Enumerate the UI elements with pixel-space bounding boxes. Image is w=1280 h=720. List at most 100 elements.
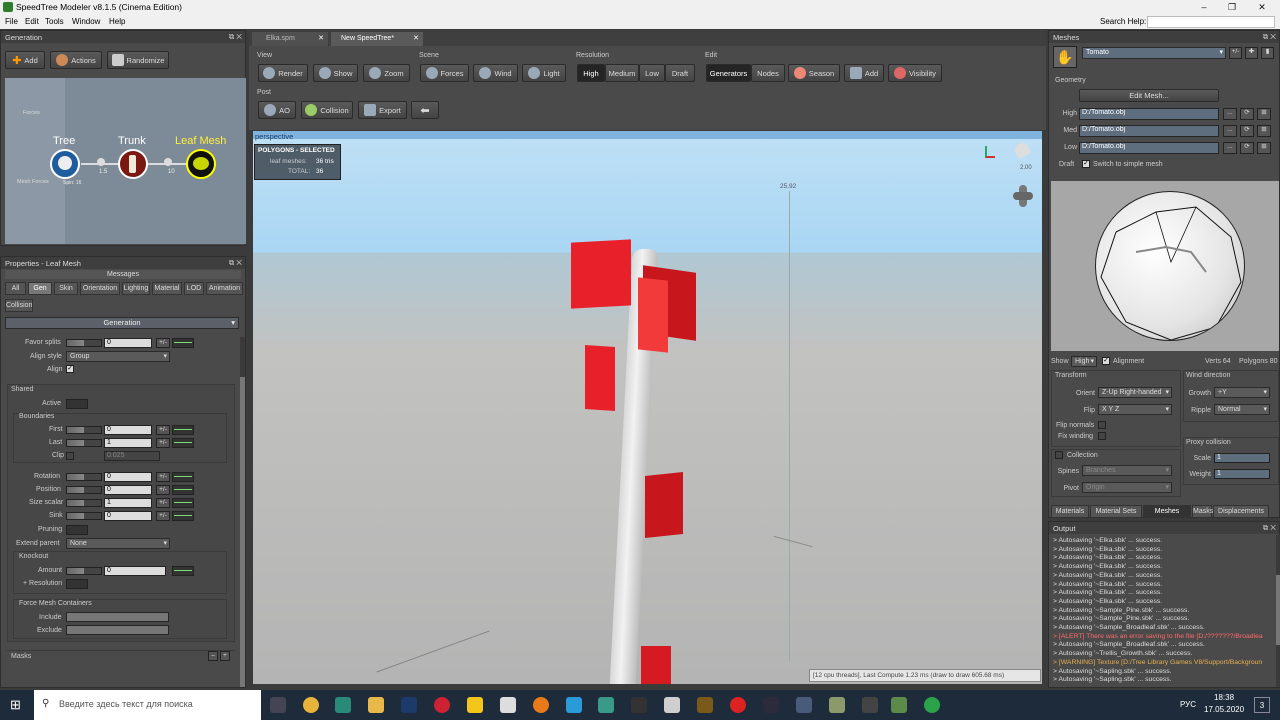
flip-select[interactable]: X Y Z <box>1098 404 1172 415</box>
favor-splits-curve[interactable] <box>172 338 194 348</box>
tab-new-speedtree[interactable]: New SpeedTree* ✕ <box>331 32 423 46</box>
app-icon-2[interactable] <box>335 697 351 713</box>
hand-icon[interactable]: ✋ <box>1053 46 1077 68</box>
scale-input[interactable]: 1 <box>1214 453 1270 463</box>
app-icon-19[interactable] <box>862 697 878 713</box>
app-icon-18[interactable] <box>829 697 845 713</box>
language-indicator[interactable]: РУС <box>1180 700 1196 709</box>
sink-input[interactable]: 0 <box>104 511 152 521</box>
render-button[interactable]: Render <box>258 64 308 82</box>
masks-collapse[interactable]: – <box>208 651 218 661</box>
med-lod-options-icon[interactable]: ⊞ <box>1257 125 1271 137</box>
output-log[interactable]: > Autosaving '~Elka.sbk' ... success. > A… <box>1049 535 1275 687</box>
med-lod-path[interactable]: D:/Tomato.obj <box>1079 125 1219 137</box>
generator-graph[interactable]: Forces Mesh Forces Tree Trunk Leaf Mesh … <box>5 78 246 244</box>
amount-slider[interactable] <box>66 567 102 575</box>
menu-file[interactable]: File <box>5 17 18 26</box>
search-help-input[interactable] <box>1147 16 1275 28</box>
edit-mesh-button[interactable]: Edit Mesh... <box>1079 89 1219 102</box>
high-lod-reload-icon[interactable]: ⟳ <box>1240 108 1254 120</box>
spines-select[interactable]: Branches <box>1082 465 1172 476</box>
randomize-button[interactable]: Randomize <box>107 51 169 69</box>
photoshop-icon[interactable] <box>401 697 417 713</box>
leaf-mesh-node[interactable] <box>186 149 216 179</box>
fix-winding-checkbox[interactable] <box>1098 432 1106 440</box>
clock-time[interactable]: 18:38 <box>1214 693 1234 702</box>
tab-lod[interactable]: LOD <box>184 282 204 295</box>
med-lod-browse-icon[interactable]: ... <box>1223 125 1237 137</box>
sink-curve[interactable] <box>172 511 194 521</box>
draft-checkbox[interactable]: ✓ <box>1082 160 1090 168</box>
tab-skin[interactable]: Skin <box>54 282 78 295</box>
blender-icon[interactable] <box>533 697 549 713</box>
clip-checkbox[interactable] <box>66 452 74 460</box>
output-scrollbar[interactable] <box>1276 535 1280 687</box>
size-scalar-input[interactable]: 1 <box>104 498 152 508</box>
tab-gen[interactable]: Gen <box>28 282 52 295</box>
ao-button[interactable]: AO <box>258 101 296 119</box>
flip-normals-checkbox[interactable] <box>1098 421 1106 429</box>
medium-resolution-button[interactable]: Medium <box>605 64 639 82</box>
speedtree-taskbar-icon[interactable] <box>891 697 907 713</box>
draft-resolution-button[interactable]: Draft <box>665 64 695 82</box>
collision-button[interactable]: Collision <box>301 101 353 119</box>
low-resolution-button[interactable]: Low <box>639 64 665 82</box>
tab-all[interactable]: All <box>5 282 26 295</box>
growth-select[interactable]: +Y <box>1214 387 1270 398</box>
tab-lighting[interactable]: Lighting <box>122 282 150 295</box>
pruning-curve[interactable] <box>66 525 88 535</box>
first-curve[interactable] <box>172 425 194 435</box>
tab-animation[interactable]: Animation <box>206 282 243 295</box>
clock-date[interactable]: 17.05.2020 <box>1204 705 1244 714</box>
show-lod-select[interactable]: High <box>1071 356 1097 367</box>
mesh-select[interactable]: Tomato <box>1082 47 1226 59</box>
last-input[interactable]: 1 <box>104 438 152 448</box>
clip-input[interactable]: 0.025 <box>104 451 160 461</box>
tree-node[interactable] <box>50 149 80 179</box>
first-slider[interactable] <box>66 426 102 434</box>
rotation-input[interactable]: 0 <box>104 472 152 482</box>
app-icon-7[interactable] <box>467 697 483 713</box>
high-lod-path[interactable]: D:/Tomato.obj <box>1079 108 1219 120</box>
position-slider[interactable] <box>66 486 102 494</box>
show-button[interactable]: Show <box>313 64 358 82</box>
tab-orientation[interactable]: Orientation <box>80 282 120 295</box>
high-resolution-button[interactable]: High <box>577 64 605 82</box>
include-field[interactable] <box>66 612 169 622</box>
minimize-icon[interactable]: – <box>1190 0 1218 15</box>
trunk-node[interactable] <box>118 149 148 179</box>
tab-meshes[interactable]: Meshes <box>1143 505 1191 518</box>
menu-window[interactable]: Window <box>72 17 100 26</box>
menu-tools[interactable]: Tools <box>45 17 64 26</box>
weight-input[interactable]: 1 <box>1214 469 1270 479</box>
size-scalar-pm[interactable]: +/- <box>156 498 170 508</box>
collection-checkbox[interactable] <box>1055 451 1063 459</box>
mesh-pm-button[interactable]: +/- <box>1229 47 1242 59</box>
position-curve[interactable] <box>172 485 194 495</box>
favor-splits-input[interactable]: 0 <box>104 338 152 348</box>
nodes-button[interactable]: Nodes <box>751 64 785 82</box>
app-icon-14[interactable] <box>697 697 713 713</box>
app-icon-10[interactable] <box>566 697 582 713</box>
favor-splits-slider[interactable] <box>66 339 102 347</box>
ripple-select[interactable]: Normal <box>1214 404 1270 415</box>
active-curve[interactable] <box>66 399 88 409</box>
high-lod-options-icon[interactable]: ⊞ <box>1257 108 1271 120</box>
favor-splits-pm[interactable]: +/- <box>156 338 170 348</box>
mesh-preview[interactable] <box>1051 181 1279 351</box>
tab-elka[interactable]: Elka.spm ✕ <box>252 32 328 46</box>
size-scalar-curve[interactable] <box>172 498 194 508</box>
generators-button[interactable]: Generators <box>706 64 751 82</box>
actions-button[interactable]: Actions <box>50 51 102 69</box>
orient-select[interactable]: Z-Up Right-handed <box>1098 387 1172 398</box>
rotation-pm[interactable]: +/- <box>156 472 170 482</box>
maximize-icon[interactable]: ❐ <box>1218 0 1246 15</box>
amount-curve[interactable] <box>172 566 194 576</box>
last-pm[interactable]: +/- <box>156 438 170 448</box>
tab-material[interactable]: Material <box>152 282 182 295</box>
chrome-icon[interactable] <box>303 697 319 713</box>
resolution-curve[interactable] <box>66 579 88 589</box>
med-lod-reload-icon[interactable]: ⟳ <box>1240 125 1254 137</box>
light-direction-icon[interactable] <box>1011 140 1033 163</box>
high-lod-browse-icon[interactable]: ... <box>1223 108 1237 120</box>
